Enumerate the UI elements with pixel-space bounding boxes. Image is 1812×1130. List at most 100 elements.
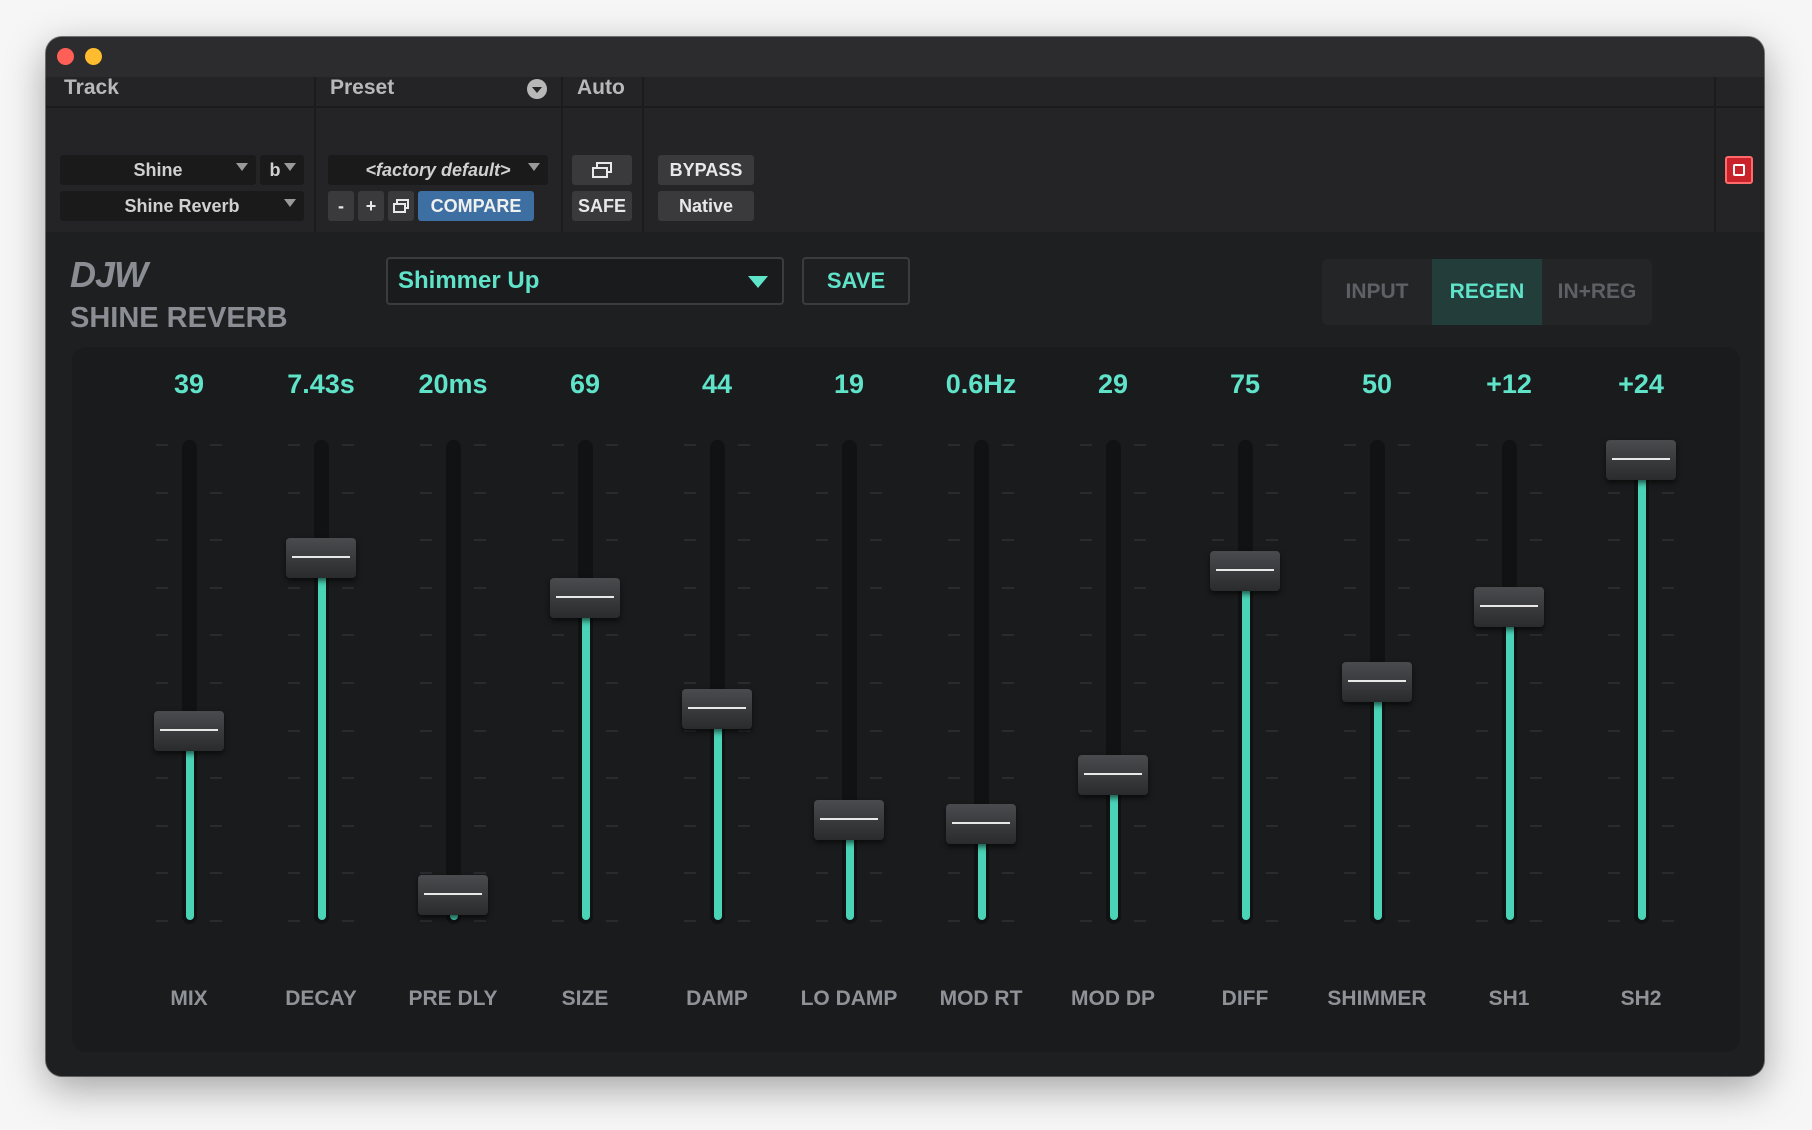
scale-tick <box>1476 634 1488 637</box>
auto-section-label: Auto <box>577 76 625 99</box>
scale-tick <box>1476 539 1488 542</box>
fader-shimmer: 50 SHIMMER <box>1322 347 1432 1052</box>
scale-tick <box>420 634 432 637</box>
fader-handle[interactable] <box>154 710 224 751</box>
fader-handle[interactable] <box>550 577 620 618</box>
insert-select-label: Shine Reverb <box>124 195 240 216</box>
scale-tick <box>1662 777 1674 780</box>
scale-tick <box>156 586 168 589</box>
next-preset-button[interactable]: + <box>358 191 384 221</box>
scale-tick <box>738 777 750 780</box>
scale-tick <box>1002 682 1014 684</box>
scale-tick <box>210 682 222 684</box>
close-window-button[interactable] <box>57 48 74 65</box>
target-insert-icon[interactable] <box>1725 156 1753 184</box>
mode-input-button[interactable]: INPUT <box>1322 259 1432 325</box>
bypass-button[interactable]: BYPASS <box>658 155 754 185</box>
track-select[interactable]: Shine <box>60 155 256 185</box>
fader-fill <box>1638 460 1646 920</box>
fader-handle[interactable] <box>814 799 884 840</box>
chevron-down-icon <box>528 163 540 171</box>
scale-tick <box>156 491 168 494</box>
scale-tick <box>288 444 300 446</box>
scale-tick <box>1662 920 1674 922</box>
scale-tick <box>1134 444 1146 446</box>
scale-tick <box>1080 872 1092 875</box>
scale-tick <box>210 444 222 446</box>
scale-tick <box>606 682 618 684</box>
insert-select[interactable]: Shine Reverb <box>60 191 304 221</box>
scale-tick <box>816 586 828 589</box>
fader-handle[interactable] <box>1342 662 1412 702</box>
fader-sh1: +12 SH1 <box>1454 347 1564 1052</box>
scale-tick <box>474 634 486 637</box>
safe-button[interactable]: SAFE <box>572 191 632 221</box>
scale-tick <box>948 586 960 589</box>
scale-tick <box>1344 444 1356 446</box>
mode-inreg-button[interactable]: IN+REG <box>1542 259 1652 325</box>
scale-tick <box>1080 682 1092 684</box>
channel-select[interactable]: b <box>260 155 304 185</box>
fader-value: 20ms <box>418 369 488 399</box>
scale-tick <box>1266 777 1278 780</box>
fader-handle[interactable] <box>1078 755 1148 796</box>
scale-tick <box>1398 729 1410 732</box>
scale-tick <box>1080 491 1092 494</box>
scale-tick <box>1662 872 1674 875</box>
scale-tick <box>552 920 564 922</box>
preset-dropdown[interactable]: Shimmer Up <box>386 257 784 305</box>
scale-tick <box>1134 539 1146 542</box>
scale-tick <box>342 824 354 827</box>
scale-tick <box>420 444 432 446</box>
preset-menu-icon[interactable] <box>527 79 547 99</box>
fader-handle[interactable] <box>682 688 752 729</box>
scale-tick <box>1608 682 1620 684</box>
scale-tick <box>1212 777 1224 780</box>
fader-label: DAMP <box>686 987 748 1010</box>
save-preset-button[interactable]: SAVE <box>802 257 910 305</box>
scale-tick <box>420 586 432 589</box>
title-bar <box>46 37 1764 77</box>
scale-tick <box>1134 586 1146 589</box>
mode-regen-button[interactable]: REGEN <box>1432 259 1542 325</box>
scale-tick <box>474 872 486 875</box>
scale-tick <box>1212 444 1224 446</box>
scale-tick <box>1398 539 1410 542</box>
scale-tick <box>210 586 222 589</box>
fader-fill <box>714 708 722 920</box>
scale-tick <box>606 777 618 780</box>
minimize-window-button[interactable] <box>85 48 102 65</box>
scale-tick <box>738 824 750 827</box>
scale-tick <box>1344 920 1356 922</box>
host-preset-select[interactable]: <factory default> <box>328 155 548 185</box>
fader-handle[interactable] <box>286 537 356 578</box>
scale-tick <box>342 729 354 732</box>
scale-tick <box>1608 729 1620 732</box>
scale-tick <box>1398 824 1410 827</box>
automation-button[interactable] <box>572 155 632 185</box>
fader-track[interactable] <box>446 440 461 924</box>
copy-settings-button[interactable] <box>388 191 414 221</box>
previous-preset-button[interactable]: - <box>328 191 354 221</box>
scale-tick <box>948 539 960 542</box>
scale-tick <box>1662 682 1674 684</box>
fader-damp: 44 DAMP <box>662 347 772 1052</box>
fader-handle[interactable] <box>1606 440 1676 480</box>
mode-selector: INPUT REGEN IN+REG <box>1322 259 1652 325</box>
fader-handle[interactable] <box>1474 586 1544 627</box>
fader-handle[interactable] <box>1210 551 1280 591</box>
scale-tick <box>1530 491 1542 494</box>
host-preset-label: <factory default> <box>365 159 511 180</box>
scale-tick <box>870 729 882 732</box>
scale-tick <box>684 920 696 922</box>
fader-handle[interactable] <box>946 804 1016 845</box>
fader-value: 44 <box>701 369 733 399</box>
scale-tick <box>1530 920 1542 922</box>
compare-button[interactable]: COMPARE <box>418 191 534 221</box>
fader-handle[interactable] <box>418 875 488 916</box>
scale-tick <box>1608 491 1620 494</box>
scale-tick <box>156 920 168 922</box>
fader-mod-rt: 0.6Hz MOD RT <box>926 347 1036 1052</box>
fader-value: +12 <box>1486 369 1532 399</box>
scale-tick <box>870 777 882 780</box>
